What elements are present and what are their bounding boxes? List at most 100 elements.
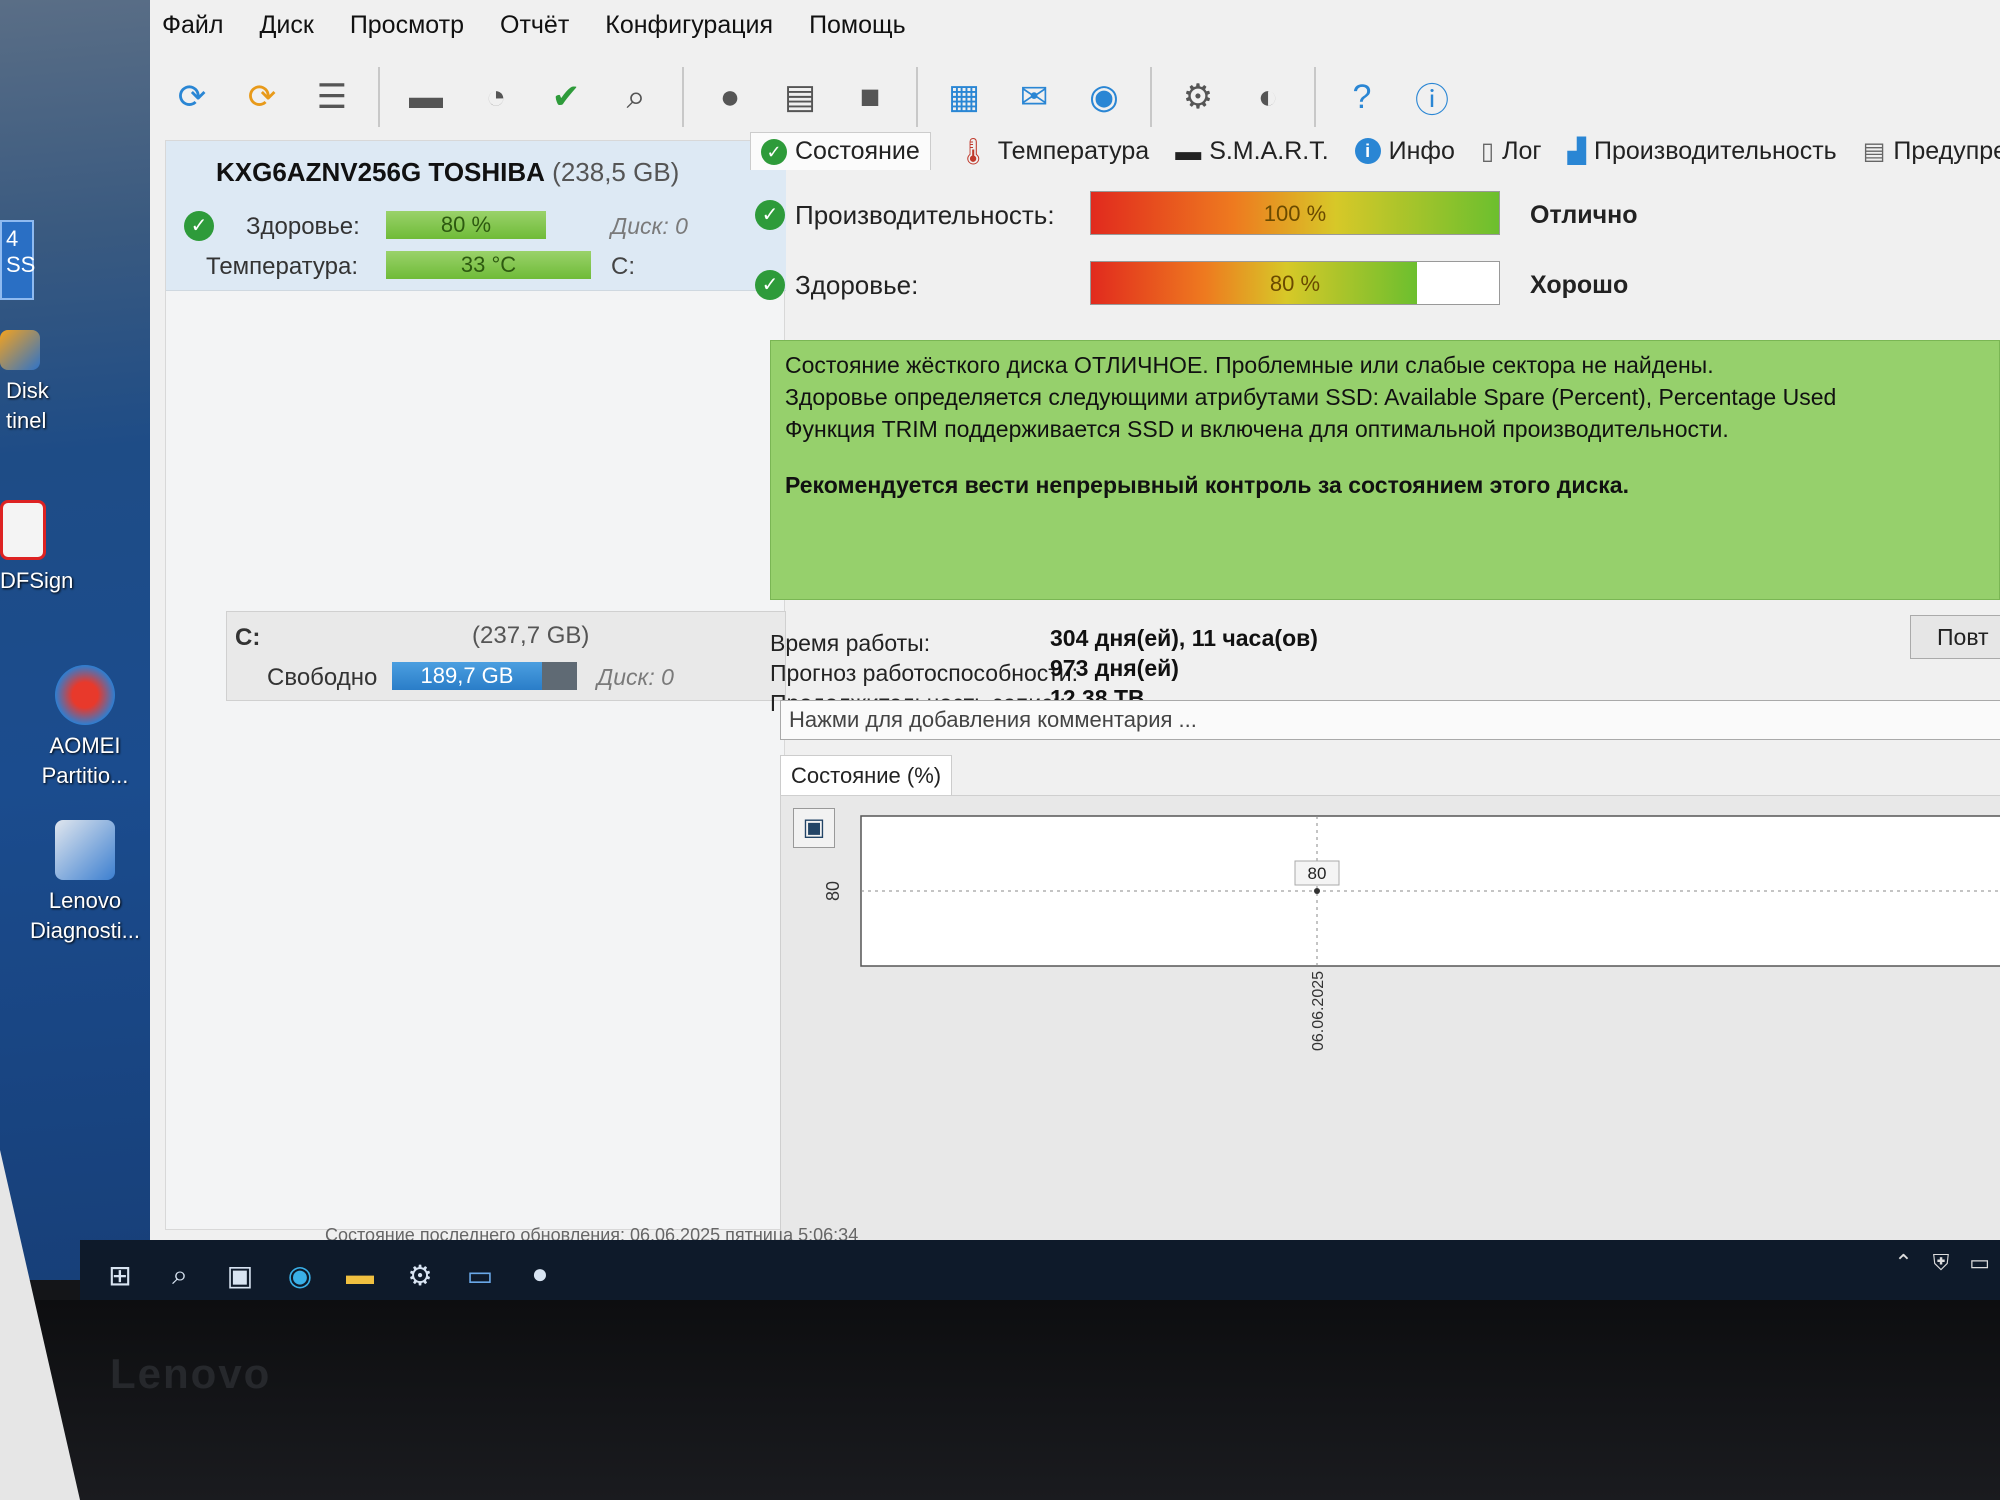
comment-input[interactable]: Нажми для добавления комментария ...	[780, 700, 2000, 740]
volume-size: (237,7 GB)	[472, 622, 590, 649]
document-icon: ▯	[1480, 137, 1495, 165]
check-icon: ✓	[755, 270, 785, 300]
mail-icon[interactable]: ✉	[1004, 67, 1064, 127]
drive-box-icon[interactable]: ■	[840, 67, 900, 127]
menu-file[interactable]: Файл	[162, 11, 223, 40]
tab-label: Лог	[1502, 136, 1542, 165]
repeat-button[interactable]: Повт	[1910, 615, 2000, 659]
desktop-icon-disk-sentinel[interactable]: Disk tinel	[0, 330, 170, 436]
status-recommendation: Рекомендуется вести непрерывный контроль…	[785, 472, 1629, 498]
refresh-icon[interactable]: ⟳	[162, 67, 222, 127]
chart-icon: ▟	[1567, 137, 1587, 165]
notepad-icon[interactable]: ▦	[934, 67, 994, 127]
toolbar-separator	[916, 67, 918, 127]
disk-size: (238,5 GB)	[552, 157, 680, 187]
disk-title: KXG6AZNV256G TOSHIBA (238,5 GB)	[216, 157, 679, 188]
desktop-icon-label: AOMEI Partitio...	[41, 733, 129, 788]
gear-icon[interactable]: ⚙	[1168, 67, 1228, 127]
toolbar-separator	[1314, 67, 1316, 127]
windows-start-icon[interactable]: ⊞	[90, 1245, 150, 1305]
disk-card[interactable]: KXG6AZNV256G TOSHIBA (238,5 GB) ✓ Здоров…	[166, 141, 786, 291]
temperature-label: Температура:	[206, 253, 359, 280]
aomei-icon	[55, 665, 115, 725]
disk-list-icon[interactable]: ☰	[302, 67, 362, 127]
check-icon: ✓	[184, 211, 214, 241]
volume-letter: C:	[235, 624, 261, 651]
desktop-icon-pdfsign[interactable]: DFSign	[0, 500, 170, 596]
performance-value: 100 %	[1263, 201, 1327, 226]
tab-info[interactable]: i Инфо	[1354, 137, 1455, 166]
disk-check-icon[interactable]: ✔	[536, 67, 596, 127]
drive-stack-icon[interactable]: ▤	[770, 67, 830, 127]
drive-icon[interactable]: ●	[700, 67, 760, 127]
sound-icon[interactable]: ◐	[1238, 67, 1298, 127]
info-icon: i	[1354, 138, 1381, 164]
tab-warnings[interactable]: ▤ Предупреж	[1863, 137, 2000, 166]
laptop-bezel: Lenovo	[0, 1300, 2000, 1500]
edge-icon[interactable]: ◉	[270, 1245, 330, 1305]
disk-clock-icon[interactable]: ◔	[466, 67, 526, 127]
status-panel: ✓ Состояние 🌡 Температура ▬ S.M.A.R.T. i…	[740, 125, 2000, 1255]
free-space-bar: 189,7 GB	[392, 662, 542, 690]
desktop-icon-label: DFSign	[0, 568, 74, 593]
help-icon[interactable]: ?	[1332, 67, 1392, 127]
menu-bar: Файл Диск Просмотр Отчёт Конфигурация По…	[150, 0, 2000, 50]
tab-performance[interactable]: ▟ Производительность	[1568, 137, 1837, 166]
desktop-icon-lenovo-diagnostics[interactable]: Lenovo Diagnosti...	[0, 820, 170, 946]
lenovo-diagnostics-icon	[55, 820, 115, 880]
disk-icon: ▬	[1175, 135, 1202, 166]
info-icon[interactable]: ⓘ	[1402, 67, 1462, 127]
shield-icon[interactable]: ⛨	[1933, 1250, 1950, 1276]
tab-label: Состояние	[795, 137, 920, 165]
status-line: Состояние жёсткого диска ОТЛИЧНОЕ. Пробл…	[785, 352, 1714, 378]
health-bar: 80 %	[386, 211, 546, 239]
network-icon[interactable]: ◉	[1074, 67, 1134, 127]
tab-status[interactable]: ✓ Состояние	[750, 132, 931, 170]
desktop-icon-aomei[interactable]: AOMEI Partitio...	[0, 665, 170, 791]
task-view-icon[interactable]: ▣	[210, 1245, 270, 1305]
tab-bar: ✓ Состояние 🌡 Температура ▬ S.M.A.R.T. i…	[740, 125, 2000, 177]
volume-card[interactable]: C: (237,7 GB) Свободно 189,7 GB Диск: 0	[226, 611, 786, 701]
disk-sentinel-icon	[0, 330, 40, 370]
tab-label: Температура	[997, 136, 1150, 165]
menu-config[interactable]: Конфигурация	[605, 11, 773, 40]
health-label: Здоровье:	[795, 270, 919, 300]
tab-label: Производительность	[1594, 136, 1837, 165]
window-peek[interactable]: 4 SS	[0, 220, 36, 300]
menu-view[interactable]: Просмотр	[350, 11, 464, 40]
pdf-icon	[0, 500, 46, 560]
search-icon[interactable]: ⌕	[150, 1245, 210, 1305]
status-message-box: Состояние жёсткого диска ОТЛИЧНОЕ. Пробл…	[770, 340, 2000, 600]
window-peek-text: 4 SS	[6, 226, 36, 277]
disk-icon[interactable]: ▬	[396, 67, 456, 127]
disk-search-icon[interactable]: ⌕	[606, 67, 666, 127]
status-line: Функция TRIM поддерживается SSD и включе…	[785, 416, 1729, 442]
uptime-label: Время работы:	[770, 630, 931, 656]
tab-status-chart[interactable]: Состояние (%)	[780, 755, 953, 797]
performance-label: Производительность:	[795, 200, 1055, 230]
app-icon[interactable]: ▭	[450, 1245, 510, 1305]
free-label: Свободно	[267, 664, 378, 691]
performance-verdict: Отлично	[1530, 201, 1638, 229]
menu-help[interactable]: Помощь	[809, 11, 906, 40]
menu-disk[interactable]: Диск	[259, 11, 313, 40]
temperature-bar: 33 °C	[386, 251, 591, 279]
forecast-label: Прогноз работоспособности:	[770, 660, 1079, 686]
disk-name: KXG6AZNV256G TOSHIBA	[216, 157, 545, 187]
tab-smart[interactable]: ▬ S.M.A.R.T.	[1175, 136, 1328, 167]
battery-icon[interactable]: ▭	[1969, 1250, 1990, 1276]
folder-icon[interactable]: ▬	[330, 1245, 390, 1305]
system-tray: ⌃ ⛨ ▭	[1894, 1250, 1990, 1276]
tab-log[interactable]: ▯ Лог	[1481, 137, 1542, 166]
menu-report[interactable]: Отчёт	[500, 11, 569, 40]
thermometer-icon: 🌡	[956, 135, 990, 166]
settings-icon[interactable]: ⚙	[390, 1245, 450, 1305]
hdsentinel-taskbar-icon[interactable]: ●	[510, 1245, 570, 1305]
data-point	[1314, 888, 1320, 894]
refresh-warning-icon[interactable]: ⟳	[232, 67, 292, 127]
x-tick-label: 06.06.2025	[1310, 971, 1327, 1051]
disk-list-panel: KXG6AZNV256G TOSHIBA (238,5 GB) ✓ Здоров…	[165, 140, 786, 1230]
chevron-up-icon[interactable]: ⌃	[1894, 1250, 1912, 1276]
desktop-icon-label: Lenovo Diagnosti...	[29, 888, 141, 943]
tab-temperature[interactable]: 🌡 Температура	[957, 136, 1149, 167]
